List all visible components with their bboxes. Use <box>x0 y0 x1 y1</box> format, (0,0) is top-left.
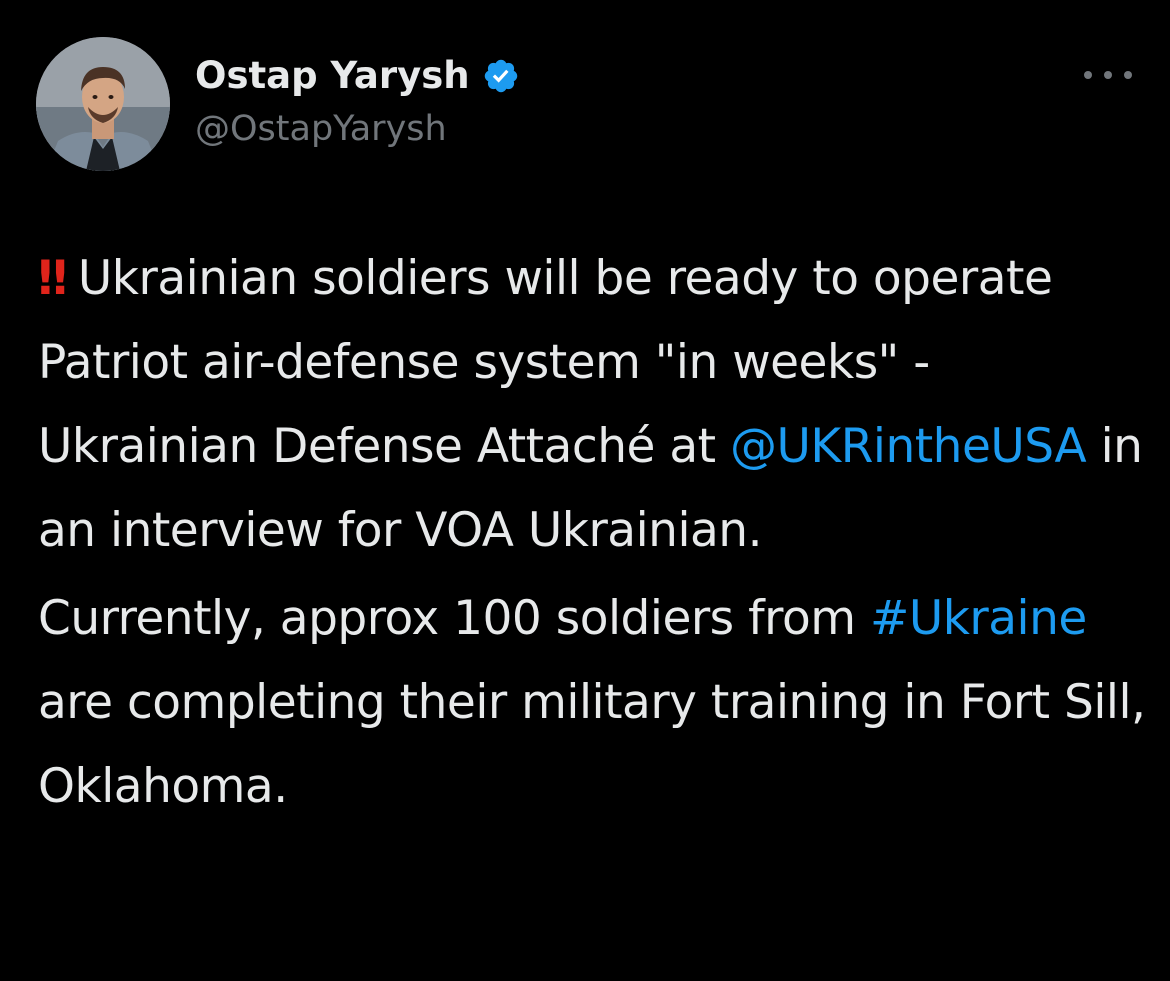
author-block: Ostap Yarysh @OstapYarysh <box>195 50 520 156</box>
author-name-row: Ostap Yarysh <box>195 50 520 102</box>
more-options-button[interactable] <box>1084 62 1132 88</box>
verified-badge-icon <box>482 57 520 95</box>
tweet-text-segment: are completing their military training i… <box>38 675 1146 814</box>
ellipsis-dot-icon <box>1124 71 1132 79</box>
tweet-text-segment: Currently, approx 100 soldiers from <box>38 591 870 646</box>
tweet-card: Ostap Yarysh @OstapYarysh ‼ Ukrainian so… <box>0 0 1170 981</box>
mention-link[interactable]: @UKRintheUSA <box>730 419 1087 474</box>
tweet-paragraph-1: ‼ Ukrainian soldiers will be ready to op… <box>38 237 1148 573</box>
double-exclamation-emoji-icon: ‼ <box>38 251 68 306</box>
tweet-paragraph-2: Currently, approx 100 soldiers from #Ukr… <box>38 577 1148 829</box>
author-avatar[interactable] <box>36 37 170 171</box>
author-display-name[interactable]: Ostap Yarysh <box>195 50 470 102</box>
user-avatar-photo-icon <box>36 37 170 171</box>
ellipsis-dot-icon <box>1104 71 1112 79</box>
tweet-text: ‼ Ukrainian soldiers will be ready to op… <box>38 237 1148 829</box>
author-handle[interactable]: @OstapYarysh <box>195 102 520 156</box>
hashtag-link[interactable]: #Ukraine <box>870 591 1087 646</box>
ellipsis-dot-icon <box>1084 71 1092 79</box>
